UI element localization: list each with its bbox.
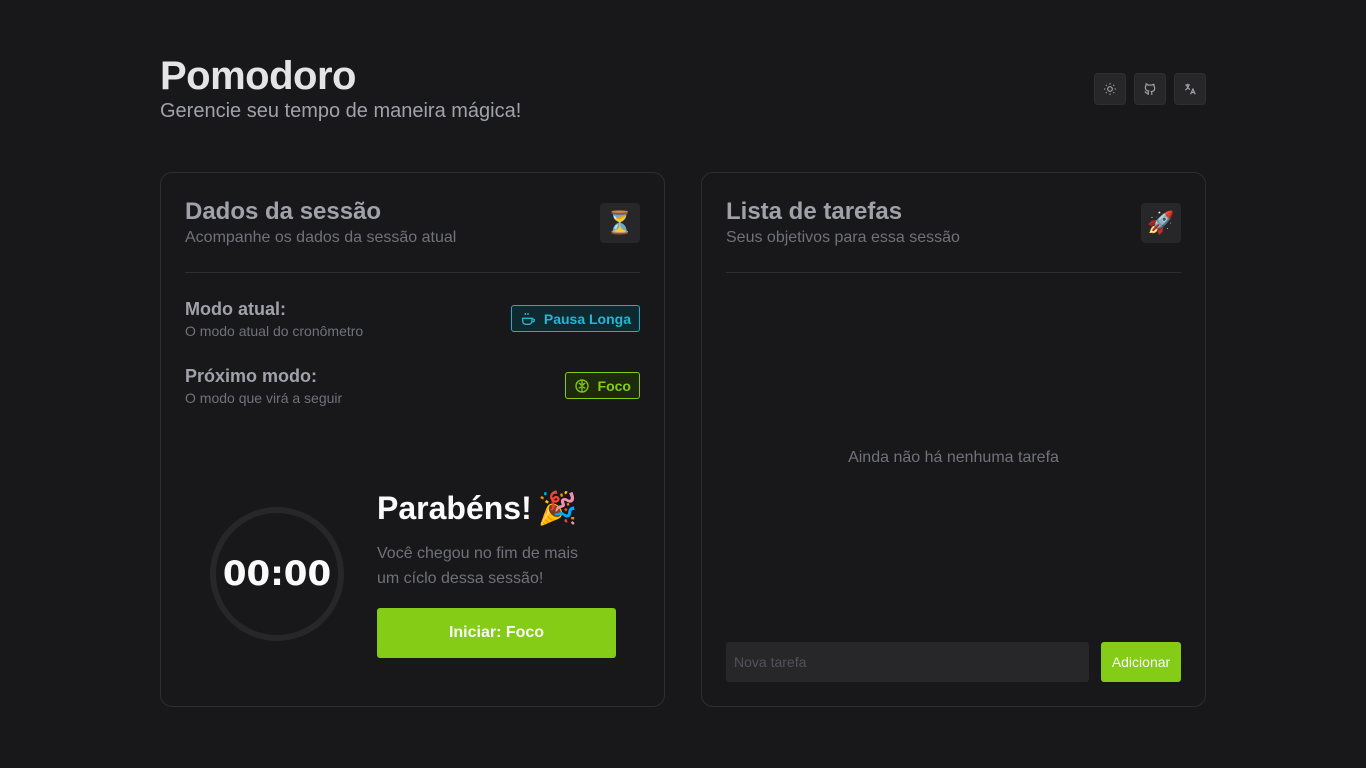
rocket-icon: 🚀 (1141, 203, 1181, 243)
congrats-message: Você chegou no fim de mais um cíclo dess… (377, 541, 617, 591)
start-focus-button[interactable]: Iniciar: Foco (377, 608, 616, 658)
session-card-header: Dados da sessão Acompanhe os dados da se… (185, 197, 640, 273)
page-subtitle: Gerencie seu tempo de maneira mágica! (160, 100, 522, 122)
current-mode-badge: Pausa Longa (510, 305, 640, 332)
next-mode-badge: Foco (564, 372, 640, 399)
page-header: Pomodoro Gerencie seu tempo de maneira m… (160, 54, 1206, 134)
github-icon (1144, 83, 1156, 95)
timer-display: 00:00 (222, 554, 332, 594)
congrats-title: Parabéns! 🎉 (377, 489, 617, 527)
sun-icon (1104, 83, 1116, 95)
page-title: Pomodoro (160, 54, 356, 98)
congrats-block: Parabéns! 🎉 Você chegou no fim de mais u… (377, 489, 617, 591)
current-mode-value: Pausa Longa (543, 310, 631, 327)
next-mode-row: Próximo modo: O modo que virá a seguir F… (185, 366, 640, 410)
coffee-icon (521, 312, 535, 325)
header-actions (1094, 73, 1206, 105)
language-button[interactable] (1174, 73, 1206, 105)
brain-icon (574, 378, 589, 393)
tasks-subtitle: Seus objetivos para essa sessão (726, 229, 960, 246)
congrats-line-1: Você chegou no fim de mais (377, 545, 579, 562)
add-task-button[interactable]: Adicionar (1101, 642, 1181, 682)
tasks-card-header: Lista de tarefas Seus objetivos para ess… (726, 197, 1181, 273)
congrats-line-2: um cíclo dessa sessão! (377, 570, 544, 587)
tasks-title: Lista de tarefas (726, 198, 903, 225)
party-popper-icon: 🎉 (537, 490, 578, 526)
session-title: Dados da sessão (185, 198, 382, 225)
github-button[interactable] (1134, 73, 1166, 105)
congrats-title-text: Parabéns! (377, 489, 532, 526)
session-card: Dados da sessão Acompanhe os dados da se… (160, 172, 665, 707)
translate-icon (1184, 83, 1196, 95)
tasks-card: Lista de tarefas Seus objetivos para ess… (701, 172, 1206, 707)
new-task-input[interactable] (726, 642, 1089, 682)
hourglass-icon: ⏳ (600, 203, 640, 243)
theme-toggle-button[interactable] (1094, 73, 1126, 105)
session-subtitle: Acompanhe os dados da sessão atual (185, 229, 457, 246)
empty-tasks-message: Ainda não há nenhuma tarefa (848, 449, 1059, 466)
current-mode-row: Modo atual: O modo atual do cronômetro P… (185, 299, 640, 343)
next-mode-value: Foco (597, 377, 631, 394)
